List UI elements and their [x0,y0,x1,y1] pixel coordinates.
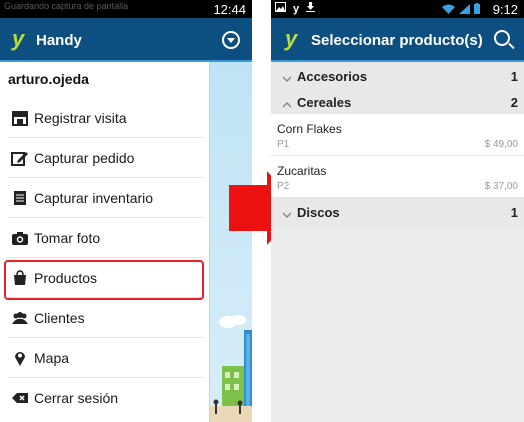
menu-item-clientes[interactable]: Clientes [8,298,204,338]
group-count: 1 [510,204,518,220]
right-phone-screen: y 9:12 y Seleccionar producto(s) Accesor… [271,0,524,422]
product-price: $ 49,00 [484,139,518,150]
menu-item-mapa[interactable]: Mapa [8,338,204,378]
store-icon [11,110,29,126]
wifi-icon [442,4,455,17]
group-label: Cereales [297,94,352,110]
productos-highlight-box [4,260,204,300]
navigation-drawer: arturo.ojeda Registrar visita Capturar p… [0,62,210,422]
group-header-cereales[interactable]: Cereales 2 [271,88,524,116]
battery-icon [474,3,480,17]
signal-icon [459,3,470,17]
image-icon [275,2,286,15]
app-title: Handy [36,32,82,49]
group-header-discos[interactable]: Discos 1 [271,198,524,226]
product-name: Zucaritas [277,164,327,178]
menu-item-label: Registrar visita [34,109,127,126]
menu-item-label: Clientes [34,309,85,326]
status-time: 12:44 [213,2,246,17]
y-icon: y [293,2,300,15]
product-code: P1 [277,139,290,150]
overflow-menu-icon[interactable] [222,31,240,49]
product-name: Corn Flakes [277,122,342,136]
app-logo: y [12,26,25,51]
action-bar: y Seleccionar producto(s) [271,18,524,62]
action-bar: y Handy [0,18,252,62]
menu-item-registrar-visita[interactable]: Registrar visita [8,98,204,138]
menu-item-label: Mapa [34,349,70,366]
status-time: 9:12 [492,2,518,17]
product-row-corn-flakes[interactable]: Corn Flakes P1 $ 49,00 [271,114,524,156]
menu-item-tomar-foto[interactable]: Tomar foto [8,218,204,258]
product-row-zucaritas[interactable]: Zucaritas P2 $ 37,00 [271,156,524,198]
edit-icon [11,150,29,166]
list-empty-area [271,226,524,422]
menu-item-cerrar-sesion[interactable]: Cerrar sesión [8,378,204,418]
people-icon [11,310,29,326]
menu-item-label: Tomar foto [34,229,101,246]
group-label: Discos [297,204,340,220]
inventory-icon [11,190,29,206]
group-header-accesorios[interactable]: Accesorios 1 [271,62,524,90]
menu-item-label: Capturar inventario [34,189,154,206]
map-pin-icon [11,350,29,366]
search-icon[interactable] [494,30,510,46]
product-price: $ 37,00 [484,181,518,192]
screen-title: Seleccionar producto(s) [311,32,483,49]
group-count: 1 [510,68,518,84]
menu-item-capturar-pedido[interactable]: Capturar pedido [8,138,204,178]
chevron-down-icon [282,207,292,219]
camera-icon [11,230,29,246]
screenshot-notification-text: Guardando captura de pantalla [4,1,129,11]
logout-icon [11,390,29,406]
group-count: 2 [510,94,518,110]
chevron-down-icon [282,71,292,83]
drawer-username: arturo.ojeda [8,71,89,87]
download-icon [306,2,316,15]
menu-item-label: Capturar pedido [34,149,135,166]
product-code: P2 [277,181,290,192]
menu-item-capturar-inventario[interactable]: Capturar inventario [8,178,204,218]
left-phone-screen: Guardando captura de pantalla 12:44 y Ha… [0,0,252,422]
menu-item-label: Cerrar sesión [34,390,119,406]
status-bar: Guardando captura de pantalla 12:44 [0,0,252,18]
group-label: Accesorios [297,68,368,84]
chevron-up-icon [282,97,292,108]
app-logo[interactable]: y [285,28,297,50]
status-bar: y 9:12 [271,0,524,18]
